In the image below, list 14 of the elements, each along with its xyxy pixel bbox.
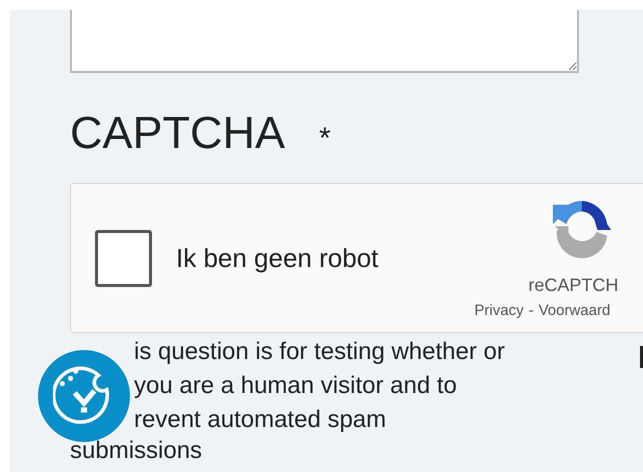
message-field[interactable] bbox=[70, 10, 579, 73]
scrollbar-thumb[interactable] bbox=[640, 346, 643, 368]
captcha-label: CAPTCHA bbox=[70, 107, 286, 159]
description-text: revent automated spam bbox=[134, 406, 386, 433]
footer-link[interactable]: Privacy bbox=[474, 302, 524, 319]
brand-text: reCAPTCH bbox=[528, 275, 618, 296]
checkbox-label: Ik ben geen robot bbox=[176, 242, 378, 274]
checkbox[interactable] bbox=[95, 230, 152, 286]
footer-link[interactable]: Voorwaard bbox=[538, 302, 610, 319]
description-text: is question is for testing whether or bbox=[134, 338, 505, 365]
separator-text: - bbox=[528, 302, 534, 319]
description-text: submissions bbox=[70, 437, 202, 464]
description-text: you are a human visitor and to bbox=[134, 372, 457, 399]
required-mark: * bbox=[319, 122, 331, 156]
